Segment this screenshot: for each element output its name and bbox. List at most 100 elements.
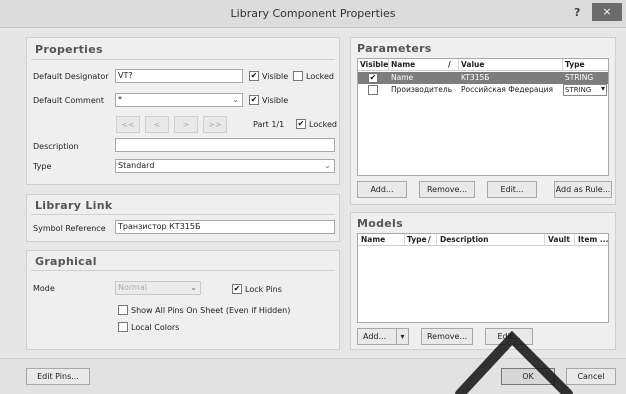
properties-panel: Properties Default Designator VT? ✔ Visi… <box>26 37 340 185</box>
help-icon[interactable]: ? <box>574 6 580 19</box>
add-as-rule-button[interactable]: Add as Rule... <box>554 181 612 198</box>
remove-model-button[interactable]: Remove... <box>421 328 473 345</box>
col-item[interactable]: Item ... <box>578 235 608 244</box>
parameters-table[interactable]: Visible Name / Value Type ✔ Name KT315Б … <box>357 58 609 176</box>
lock-pins-checkbox[interactable]: ✔ <box>232 284 242 294</box>
col-description[interactable]: Description <box>440 235 489 244</box>
col-separator <box>404 234 405 246</box>
col-visible[interactable]: Visible <box>360 60 388 69</box>
col-name[interactable]: Name <box>361 235 385 244</box>
dialog-footer: Edit Pins... OK Cancel <box>0 358 626 394</box>
local-colors-label: Local Colors <box>131 323 180 332</box>
graphical-title: Graphical <box>35 255 97 268</box>
parameter-name: Производитель <box>391 85 453 94</box>
col-separator <box>544 234 545 246</box>
col-type[interactable]: Type <box>407 235 427 244</box>
default-designator-input[interactable]: VT? <box>115 69 243 83</box>
comment-visible-checkbox[interactable]: ✔ <box>249 95 259 105</box>
show-all-pins-checkbox[interactable] <box>118 305 128 315</box>
col-separator <box>458 59 459 71</box>
parameter-visible-checkbox[interactable] <box>368 85 378 95</box>
library-link-title: Library Link <box>35 199 113 212</box>
close-button[interactable]: × <box>592 3 622 21</box>
designator-locked-label: Locked <box>306 72 334 81</box>
col-separator <box>388 59 389 71</box>
type-label: Type <box>33 162 52 171</box>
designator-visible-checkbox[interactable]: ✔ <box>249 71 259 81</box>
models-table[interactable]: Name Type / Description Vault Item ... <box>357 233 609 323</box>
chevron-down-icon: ⌄ <box>324 161 331 170</box>
divider <box>31 59 335 60</box>
col-separator <box>574 234 575 246</box>
mode-select[interactable]: Normal ⌄ <box>115 281 201 295</box>
last-part-button[interactable]: >> <box>203 116 227 133</box>
col-name[interactable]: Name <box>391 60 415 69</box>
library-link-panel: Library Link Symbol Reference Транзистор… <box>26 194 340 242</box>
edit-model-button[interactable]: Edit... <box>485 328 533 345</box>
divider <box>31 214 335 215</box>
lock-pins-label: Lock Pins <box>245 285 282 294</box>
chevron-down-icon: ▾ <box>600 84 605 93</box>
parameter-value: KT315Б <box>461 73 490 82</box>
title-bar: Library Component Properties ? × <box>0 0 626 28</box>
col-type[interactable]: Type <box>565 60 585 69</box>
parameters-title: Parameters <box>357 42 432 55</box>
default-designator-label: Default Designator <box>33 72 109 81</box>
symbol-reference-input[interactable]: Транзистор КТ315Б <box>115 220 335 234</box>
designator-visible-label: Visible <box>262 72 289 81</box>
properties-title: Properties <box>35 43 103 56</box>
part-locked-checkbox[interactable]: ✔ <box>296 119 306 129</box>
cancel-button[interactable]: Cancel <box>566 368 616 385</box>
sort-indicator: / <box>428 235 431 244</box>
part-label: Part 1/1 <box>253 120 285 129</box>
local-colors-checkbox[interactable] <box>118 322 128 332</box>
edit-pins-button[interactable]: Edit Pins... <box>26 368 90 385</box>
col-value[interactable]: Value <box>461 60 484 69</box>
add-parameter-button[interactable]: Add... <box>357 181 407 198</box>
chevron-down-icon: ⌄ <box>190 283 197 292</box>
remove-parameter-button[interactable]: Remove... <box>419 181 475 198</box>
col-separator <box>436 234 437 246</box>
parameter-row[interactable]: ✔ Name KT315Б STRING <box>358 72 608 84</box>
chevron-down-icon[interactable]: ▾ <box>396 329 408 344</box>
mode-value: Normal <box>118 283 147 292</box>
first-part-button[interactable]: << <box>116 116 140 133</box>
models-title: Models <box>357 217 403 230</box>
add-model-label: Add... <box>363 332 387 341</box>
divider <box>31 270 335 271</box>
type-select[interactable]: Standard ⌄ <box>115 159 335 173</box>
parameter-type: STRING <box>565 73 594 82</box>
mode-label: Mode <box>33 284 55 293</box>
parameter-name: Name <box>391 73 414 82</box>
parameter-type-select[interactable]: STRING ▾ <box>563 84 607 96</box>
description-input[interactable] <box>115 138 335 152</box>
prev-part-button[interactable]: < <box>145 116 169 133</box>
default-comment-label: Default Comment <box>33 96 104 105</box>
designator-locked-checkbox[interactable] <box>293 71 303 81</box>
edit-parameter-button[interactable]: Edit... <box>487 181 537 198</box>
chevron-down-icon: ⌄ <box>232 95 239 104</box>
models-header: Name Type / Description Vault Item ... <box>358 234 608 246</box>
window-title: Library Component Properties <box>230 7 396 20</box>
add-model-button[interactable]: Add... ▾ <box>357 328 409 345</box>
description-label: Description <box>33 142 79 151</box>
next-part-button[interactable]: > <box>174 116 198 133</box>
parameters-panel: Parameters Visible Name / Value Type ✔ N… <box>350 37 616 205</box>
parameters-header: Visible Name / Value Type <box>358 59 608 71</box>
type-value: Standard <box>118 161 155 170</box>
comment-visible-label: Visible <box>262 96 289 105</box>
col-separator <box>562 59 563 71</box>
col-vault[interactable]: Vault <box>548 235 570 244</box>
models-panel: Models Name Type / Description Vault Ite… <box>350 212 616 350</box>
sort-indicator: / <box>448 60 451 69</box>
default-comment-value: * <box>118 95 122 104</box>
parameter-row[interactable]: Производитель Российская Федерация STRIN… <box>358 84 608 96</box>
part-locked-label: Locked <box>309 120 337 129</box>
ok-button[interactable]: OK <box>501 368 555 385</box>
symbol-reference-label: Symbol Reference <box>33 224 106 233</box>
graphical-panel: Graphical Mode Normal ⌄ ✔ Lock Pins Show… <box>26 250 340 350</box>
default-comment-select[interactable]: * ⌄ <box>115 93 243 107</box>
parameter-visible-checkbox[interactable]: ✔ <box>368 73 378 83</box>
parameter-type: STRING <box>565 86 592 94</box>
show-all-pins-label: Show All Pins On Sheet (Even if Hidden) <box>131 306 291 315</box>
